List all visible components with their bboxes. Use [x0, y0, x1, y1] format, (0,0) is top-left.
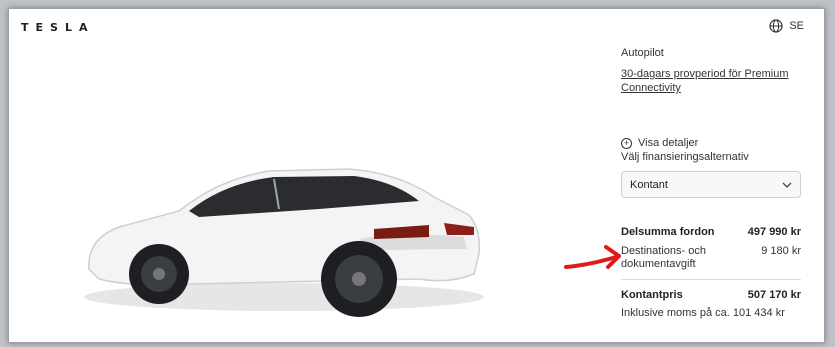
destination-fee-value: 9 180 kr — [761, 245, 801, 257]
divider — [621, 279, 801, 280]
finance-option-select[interactable]: Kontant — [621, 171, 801, 198]
red-annotation-arrow — [564, 245, 621, 269]
subtotal-label: Delsumma fordon — [621, 226, 715, 238]
show-details-link[interactable]: + Visa detaljer — [621, 137, 698, 149]
vat-note: Inklusive moms på ca. 101 434 kr — [621, 307, 785, 319]
subtotal-value: 497 990 kr — [747, 226, 801, 238]
destination-fee-label: Destinations- och dokumentavgift — [621, 245, 706, 270]
premium-connectivity-trial-link[interactable]: 30-dagars provperiod för Premium Connect… — [621, 67, 801, 95]
order-summary-panel: Autopilot 30-dagars provperiod för Premi… — [621, 9, 801, 342]
destination-fee-row: Destinations- och dokumentavgift 9 180 k… — [621, 245, 801, 271]
cash-price-value: 507 170 kr — [747, 289, 801, 301]
finance-option-label: Välj finansieringsalternativ — [621, 151, 749, 163]
tesla-logo[interactable]: TESLA — [21, 21, 94, 34]
cash-price-row: Kontantpris 507 170 kr — [621, 289, 801, 301]
plus-circle-icon: + — [621, 137, 632, 149]
show-details-label: Visa detaljer — [638, 137, 699, 149]
finance-option-value: Kontant — [630, 178, 668, 191]
tesla-configurator-window: TESLA SE Autopilot 30-dagars provperiod … — [8, 8, 825, 343]
cash-price-label: Kontantpris — [621, 289, 683, 301]
subtotal-row: Delsumma fordon 497 990 kr — [621, 226, 801, 238]
car-image — [84, 168, 484, 317]
autopilot-label: Autopilot — [621, 47, 664, 59]
chevron-down-icon — [782, 182, 792, 188]
